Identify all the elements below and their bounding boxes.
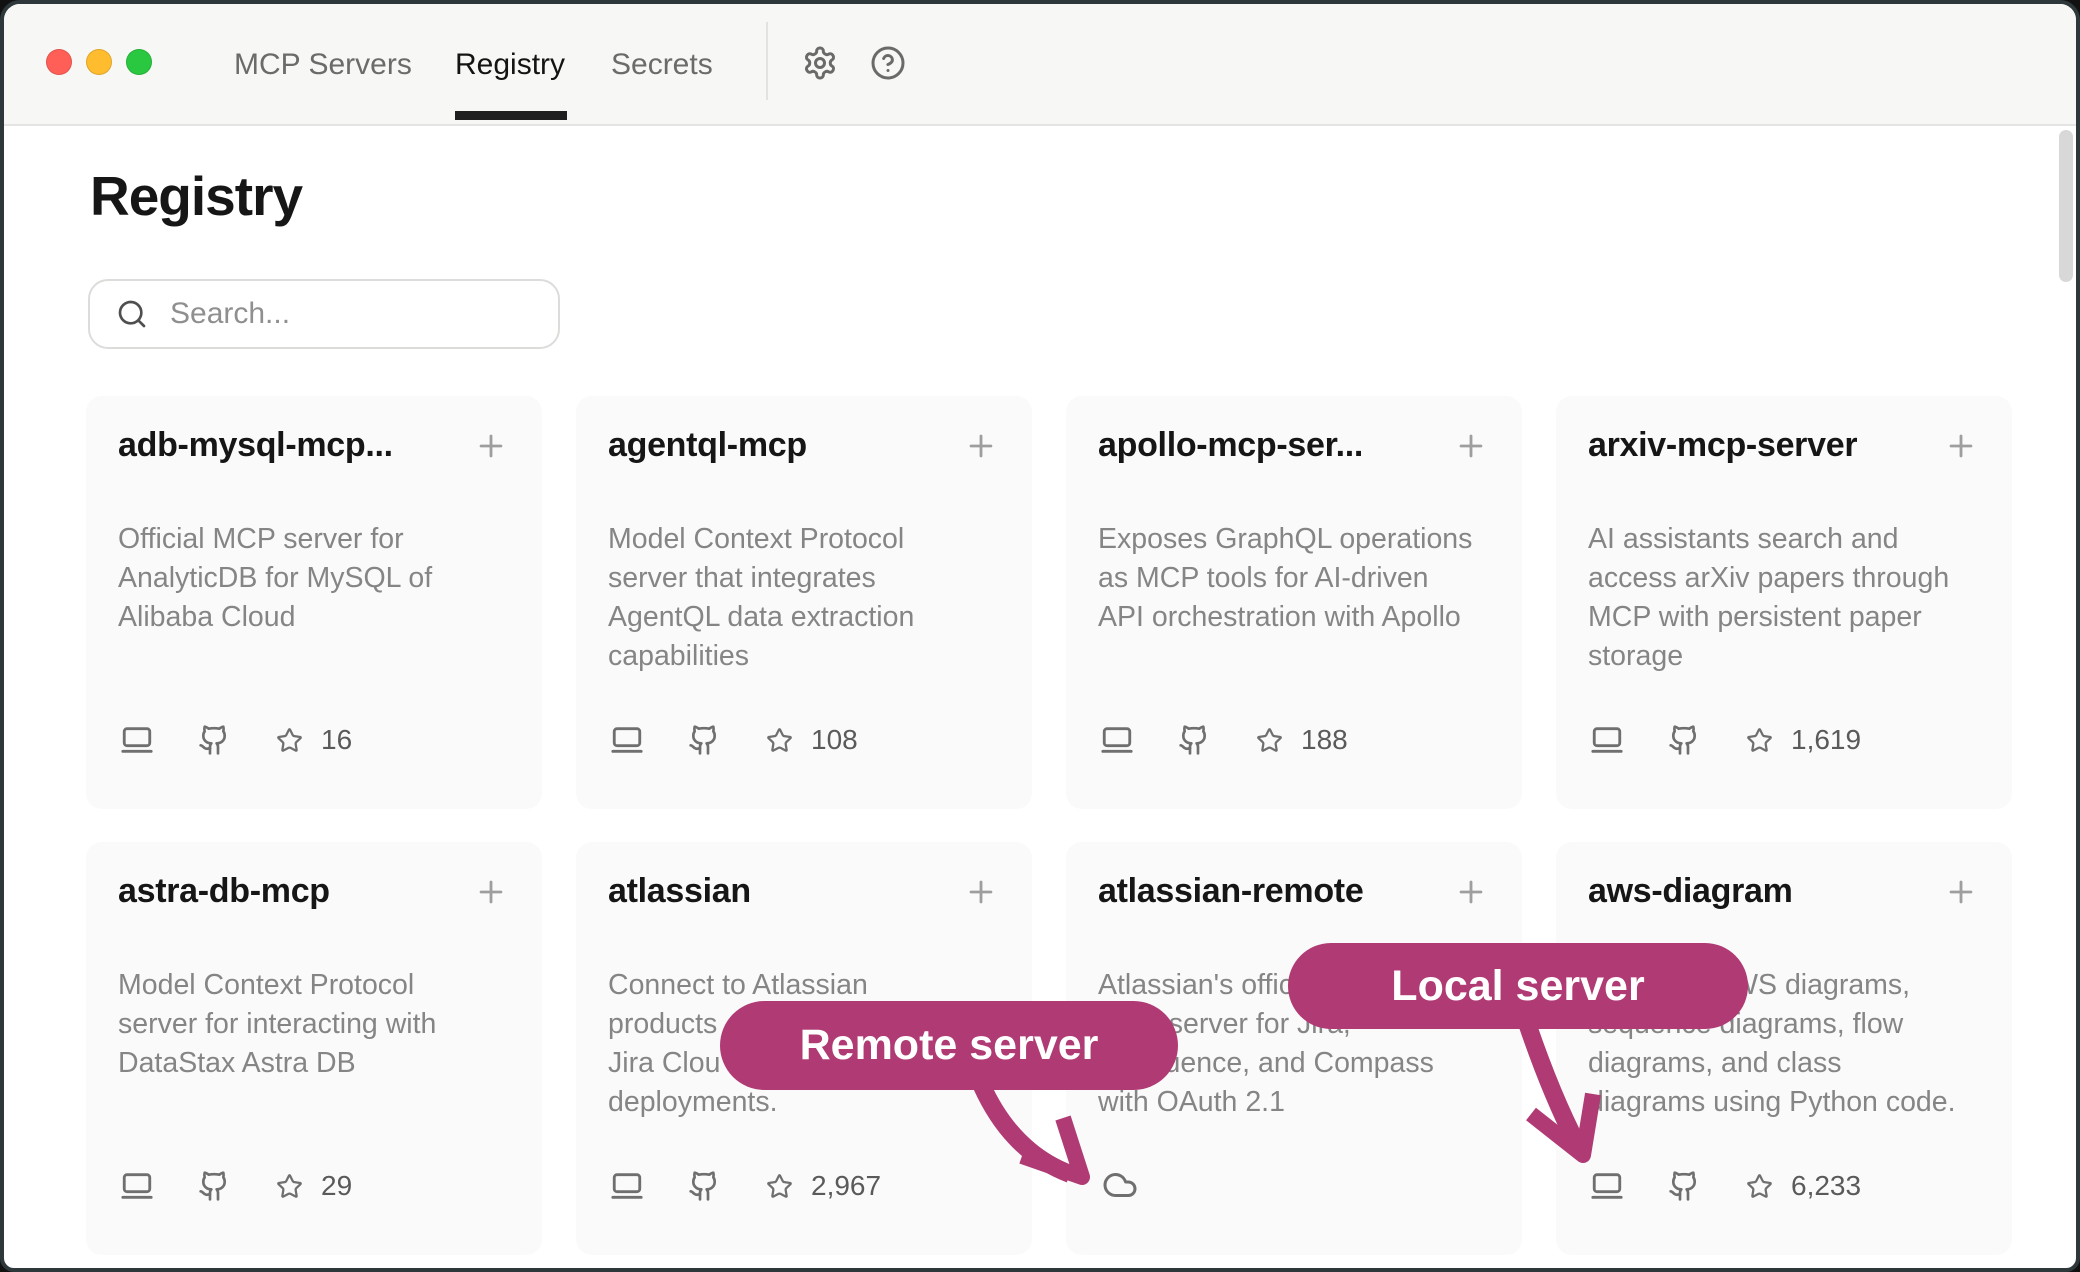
minimize-button[interactable] — [86, 49, 112, 75]
star-count: 29 — [321, 1170, 352, 1202]
github-icon — [688, 724, 720, 756]
help-icon[interactable] — [870, 45, 906, 81]
laptop-icon — [610, 723, 644, 757]
add-server-button[interactable] — [964, 429, 998, 463]
star-icon — [1746, 727, 1773, 754]
server-card[interactable]: agentql-mcp Model Context Protocolserver… — [576, 396, 1032, 809]
laptop-icon — [120, 723, 154, 757]
star-icon — [766, 727, 793, 754]
server-grid: adb-mysql-mcp... Official MCP server for… — [86, 396, 2012, 1256]
star-icon — [1746, 1173, 1773, 1200]
page-title: Registry — [90, 164, 302, 228]
gear-icon[interactable] — [802, 45, 838, 81]
server-description: Connect to AtlassianproductsJira Cloudep… — [608, 966, 868, 1122]
star-icon — [276, 727, 303, 754]
server-description: AI assistants search andaccess arXiv pap… — [1588, 520, 1949, 676]
server-description: Generate AWS diagrams,sequence diagrams,… — [1588, 966, 1956, 1122]
add-server-button[interactable] — [474, 875, 508, 909]
server-card[interactable]: apollo-mcp-ser... Exposes GraphQL operat… — [1066, 396, 1522, 809]
star-icon — [276, 1173, 303, 1200]
laptop-icon — [1100, 723, 1134, 757]
github-icon — [688, 1170, 720, 1202]
card-footer: 108 — [610, 723, 858, 757]
card-footer: 6,233 — [1590, 1169, 1861, 1203]
laptop-icon — [1590, 723, 1624, 757]
server-description: Model Context Protocolserver that integr… — [608, 520, 914, 676]
server-card[interactable]: aws-diagram Generate AWS diagrams,sequen… — [1556, 842, 2012, 1255]
add-server-button[interactable] — [1944, 875, 1978, 909]
laptop-icon — [610, 1169, 644, 1203]
server-name: atlassian — [608, 872, 751, 911]
titlebar: MCP Servers Registry Secrets — [4, 4, 2076, 126]
card-footer: 1,619 — [1590, 723, 1861, 757]
server-description: Model Context Protocolserver for interac… — [118, 966, 436, 1083]
star-count: 108 — [811, 724, 858, 756]
search-box — [88, 279, 560, 349]
card-footer — [1100, 1167, 1138, 1203]
server-card[interactable]: adb-mysql-mcp... Official MCP server for… — [86, 396, 542, 809]
active-tab-underline — [455, 111, 567, 120]
card-footer: 2,967 — [610, 1169, 881, 1203]
server-card[interactable]: arxiv-mcp-server AI assistants search an… — [1556, 396, 2012, 809]
server-card[interactable]: astra-db-mcp Model Context Protocolserve… — [86, 842, 542, 1255]
server-name: adb-mysql-mcp... — [118, 426, 393, 465]
github-icon — [198, 724, 230, 756]
star-count: 6,233 — [1791, 1170, 1861, 1202]
zoom-button[interactable] — [126, 49, 152, 75]
cloud-icon — [1102, 1167, 1138, 1203]
close-button[interactable] — [46, 49, 72, 75]
screenshot-stage: MCP Servers Registry Secrets Registry ad… — [0, 0, 2080, 1272]
server-card[interactable]: atlassian Connect to AtlassianproductsJi… — [576, 842, 1032, 1255]
add-server-button[interactable] — [474, 429, 508, 463]
github-icon — [198, 1170, 230, 1202]
github-icon — [1668, 724, 1700, 756]
toolbar-divider — [766, 22, 768, 100]
laptop-icon — [1590, 1169, 1624, 1203]
card-footer: 188 — [1100, 723, 1348, 757]
server-name: atlassian-remote — [1098, 872, 1363, 911]
add-server-button[interactable] — [1454, 429, 1488, 463]
server-name: apollo-mcp-ser... — [1098, 426, 1363, 465]
server-name: aws-diagram — [1588, 872, 1793, 911]
app-window: MCP Servers Registry Secrets Registry ad… — [0, 0, 2080, 1272]
server-description: Atlassian's official remoteMCP server fo… — [1098, 966, 1434, 1122]
add-server-button[interactable] — [1944, 429, 1978, 463]
star-count: 16 — [321, 724, 352, 756]
server-card[interactable]: atlassian-remote Atlassian's official re… — [1066, 842, 1522, 1255]
scrollbar-thumb[interactable] — [2059, 130, 2073, 282]
star-count: 2,967 — [811, 1170, 881, 1202]
search-icon — [116, 298, 148, 330]
tab-secrets[interactable]: Secrets — [611, 48, 713, 82]
tab-registry[interactable]: Registry — [455, 48, 565, 82]
github-icon — [1178, 724, 1210, 756]
card-footer: 29 — [120, 1169, 352, 1203]
server-description: Exposes GraphQL operationsas MCP tools f… — [1098, 520, 1472, 637]
star-count: 1,619 — [1791, 724, 1861, 756]
search-input[interactable] — [168, 296, 558, 332]
star-icon — [766, 1173, 793, 1200]
tab-mcp-servers[interactable]: MCP Servers — [234, 48, 412, 82]
card-footer: 16 — [120, 723, 352, 757]
add-server-button[interactable] — [964, 875, 998, 909]
server-description: Official MCP server forAnalyticDB for My… — [118, 520, 432, 637]
server-name: astra-db-mcp — [118, 872, 330, 911]
add-server-button[interactable] — [1454, 875, 1488, 909]
server-name: agentql-mcp — [608, 426, 807, 465]
laptop-icon — [120, 1169, 154, 1203]
github-icon — [1668, 1170, 1700, 1202]
star-count: 188 — [1301, 724, 1348, 756]
star-icon — [1256, 727, 1283, 754]
server-name: arxiv-mcp-server — [1588, 426, 1857, 465]
